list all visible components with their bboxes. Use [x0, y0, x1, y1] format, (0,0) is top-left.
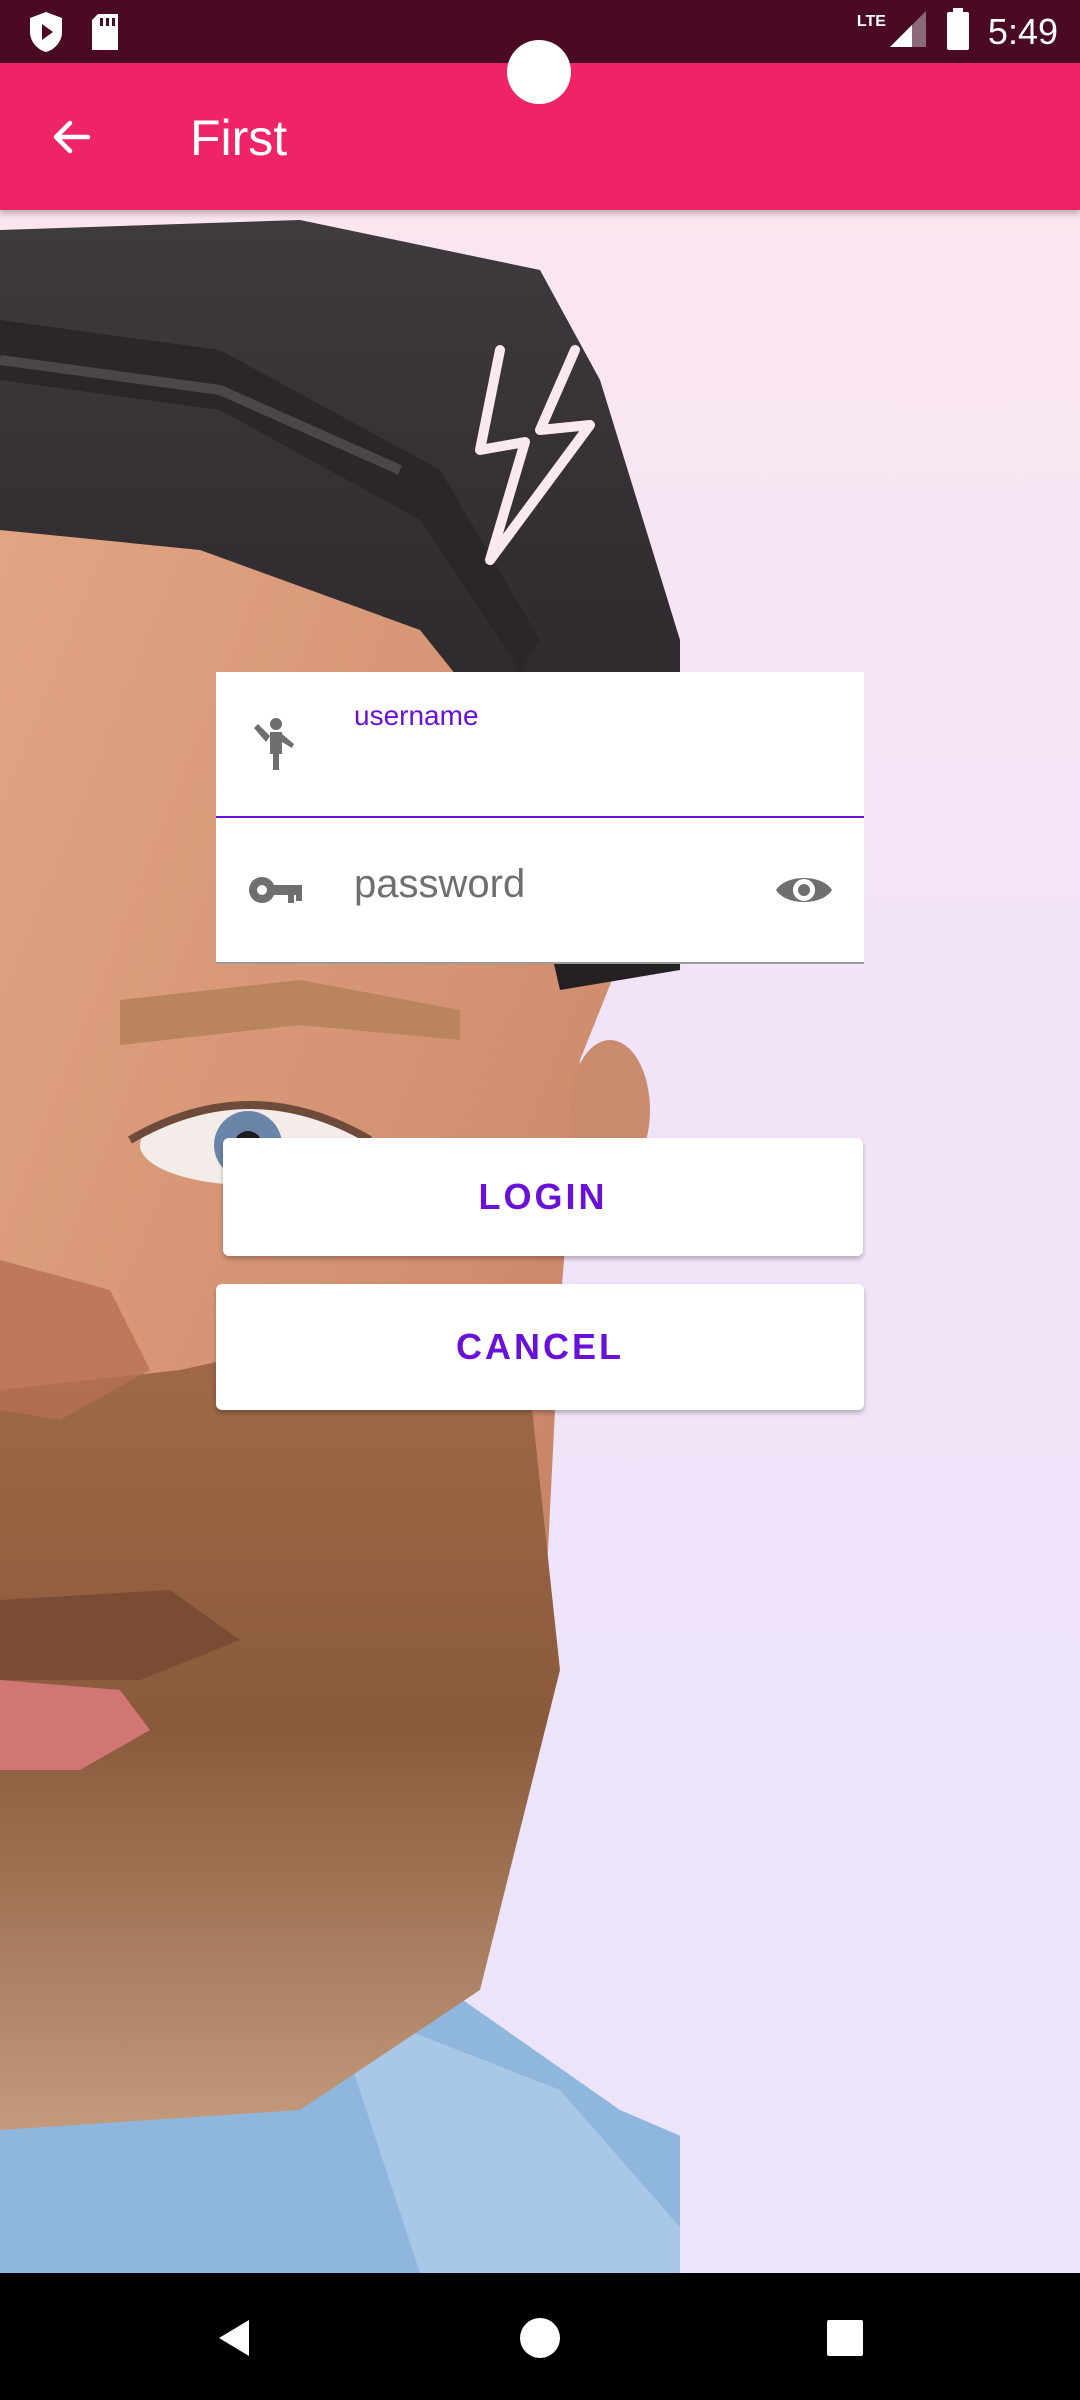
page-title: First: [190, 110, 288, 166]
play-protect-icon: [26, 10, 66, 59]
status-left-icons: [26, 10, 122, 59]
password-placeholder: password: [354, 862, 526, 906]
login-screen-content: username password LOGIN CANCEL: [0, 210, 1080, 2273]
camera-cutout: [507, 40, 571, 104]
back-triangle-icon: [219, 2320, 249, 2356]
arrow-back-icon: [53, 120, 91, 154]
toggle-password-visibility-button[interactable]: [774, 860, 834, 920]
password-field[interactable]: password: [216, 818, 864, 964]
username-field[interactable]: username: [216, 672, 864, 820]
status-clock: 5:49: [987, 10, 1058, 52]
eye-icon: [776, 878, 832, 902]
person-waving-icon: [254, 718, 294, 770]
status-right-icons: LTE 5:49: [857, 8, 1058, 55]
nav-recents-button[interactable]: [810, 2303, 880, 2373]
key-icon: [249, 877, 302, 903]
signal-icon: [888, 9, 928, 54]
back-button[interactable]: [40, 105, 104, 169]
home-circle-icon: [520, 2318, 560, 2358]
nav-home-button[interactable]: [505, 2303, 575, 2373]
nav-back-button[interactable]: [200, 2303, 270, 2373]
cancel-button[interactable]: CANCEL: [216, 1284, 864, 1410]
lte-label: LTE: [856, 12, 886, 30]
sd-card-icon: [88, 12, 122, 57]
lightning-bolt-logo-icon: [475, 345, 595, 565]
system-navigation-bar: [0, 2273, 1080, 2400]
username-label: username: [354, 700, 479, 731]
recents-square-icon: [827, 2320, 863, 2356]
battery-icon: [946, 8, 970, 55]
login-button[interactable]: LOGIN: [223, 1138, 863, 1256]
